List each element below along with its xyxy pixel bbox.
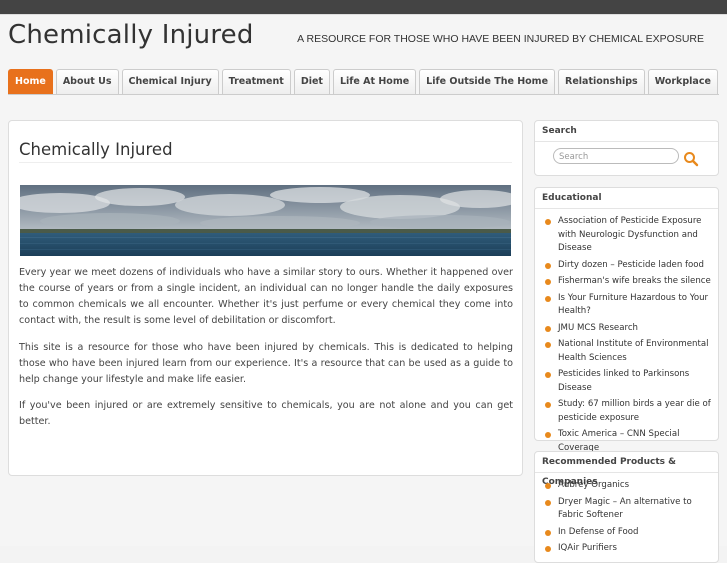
list-item[interactable]: Pesticides linked to Parkinsons Disease (545, 368, 712, 395)
link-text[interactable]: Fisherman's wife breaks the silence (558, 276, 711, 286)
bullet-icon (545, 432, 551, 438)
bullet-icon (545, 342, 551, 348)
title-divider (19, 162, 512, 163)
bullet-icon (545, 279, 551, 285)
list-item[interactable]: Association of Pesticide Exposure with N… (545, 215, 712, 256)
nav-relationships[interactable]: Relationships (558, 69, 645, 94)
list-item[interactable]: In Defense of Food (545, 526, 712, 540)
sky-sea-image (20, 185, 511, 256)
browser-top-bar (0, 0, 727, 14)
nav-divider (8, 94, 719, 95)
link-text[interactable]: National Institute of Environmental Heal… (558, 339, 709, 363)
site-title[interactable]: Chemically Injured (8, 20, 254, 50)
banner-image (20, 185, 511, 256)
nav-about-us[interactable]: About Us (55, 69, 119, 94)
link-text[interactable]: Dryer Magic – An alternative to Fabric S… (558, 497, 692, 521)
site-description: A RESOURCE FOR THOSE WHO HAVE BEEN INJUR… (297, 33, 704, 45)
list-item[interactable]: IQAir Purifiers (545, 542, 712, 556)
list-item[interactable]: JMU MCS Research (545, 322, 712, 336)
bullet-icon (545, 529, 551, 536)
nav-chemical-injury[interactable]: Chemical Injury (121, 69, 219, 94)
educational-widget: Educational Association of Pesticide Exp… (534, 187, 719, 453)
educational-links: Association of Pesticide Exposure with N… (535, 209, 718, 455)
search-icon[interactable] (683, 151, 699, 167)
link-text[interactable]: In Defense of Food (558, 527, 639, 537)
link-text[interactable]: Dirty dozen – Pesticide laden food (558, 260, 704, 270)
bullet-icon (545, 219, 551, 225)
page-title: Chemically Injured (19, 140, 173, 159)
list-item[interactable]: National Institute of Environmental Heal… (545, 338, 712, 365)
list-item[interactable]: Study: 67 million birds a year die of pe… (545, 398, 712, 425)
nav-life-outside-home[interactable]: Life Outside The Home (419, 69, 556, 94)
main-content: Chemically Injured Every year we meet do… (8, 120, 523, 476)
list-item[interactable]: Is Your Furniture Hazardous to Your Heal… (545, 292, 712, 319)
list-item[interactable]: Aubrey Organics (545, 479, 712, 493)
nav-diet[interactable]: Diet (293, 69, 330, 94)
nav-treatment[interactable]: Treatment (221, 69, 291, 94)
product-links: Aubrey Organics Dryer Magic – An alterna… (535, 473, 718, 556)
bullet-icon (545, 262, 551, 269)
bullet-icon (545, 372, 551, 378)
list-item[interactable]: Dirty dozen – Pesticide laden food (545, 259, 712, 273)
list-item[interactable]: Fisherman's wife breaks the silence (545, 275, 712, 289)
intro-paragraph-2: This site is a resource for those who ha… (19, 342, 513, 385)
link-text[interactable]: Toxic America – CNN Special Coverage (558, 429, 679, 453)
link-text[interactable]: Aubrey Organics (558, 480, 629, 490)
link-text[interactable]: JMU MCS Research (558, 323, 638, 333)
nav-home[interactable]: Home (8, 69, 53, 94)
nav-life-at-home[interactable]: Life At Home (332, 69, 417, 94)
products-widget-title: Recommended Products & Companies (535, 452, 718, 487)
search-widget-title: Search (535, 121, 718, 142)
products-widget: Recommended Products & Companies Aubrey … (534, 451, 719, 563)
link-text[interactable]: Study: 67 million birds a year die of pe… (558, 399, 711, 423)
nav-workplace[interactable]: Workplace (647, 69, 718, 94)
bullet-icon (545, 325, 551, 332)
link-text[interactable]: Is Your Furniture Hazardous to Your Heal… (558, 293, 708, 317)
bullet-icon (545, 483, 551, 489)
main-navigation: Home About Us Chemical Injury Treatment … (8, 69, 718, 95)
link-text[interactable]: Association of Pesticide Exposure with N… (558, 216, 701, 253)
search-widget: Search Search (534, 120, 719, 176)
bullet-icon (545, 499, 551, 506)
educational-widget-title: Educational (535, 188, 718, 209)
bullet-icon (545, 546, 551, 552)
link-text[interactable]: Pesticides linked to Parkinsons Disease (558, 369, 689, 393)
intro-paragraph-1: Every year we meet dozens of individuals… (19, 267, 513, 326)
search-input[interactable]: Search (553, 148, 679, 164)
list-item[interactable]: Dryer Magic – An alternative to Fabric S… (545, 496, 712, 523)
bullet-icon (545, 402, 551, 408)
bullet-icon (545, 295, 551, 302)
intro-paragraph-3: If you've been injured or are extremely … (19, 400, 513, 427)
